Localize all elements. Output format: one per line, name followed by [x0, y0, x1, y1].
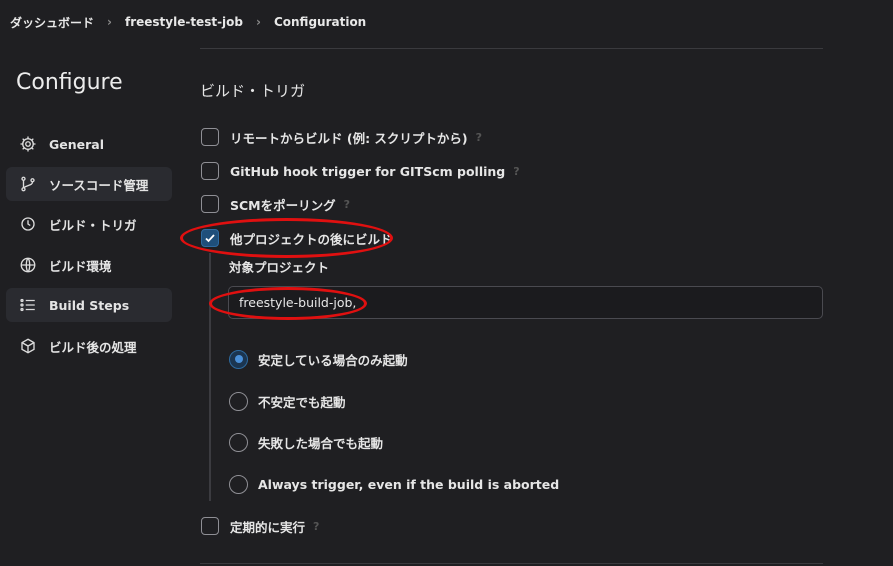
radio-button[interactable] [229, 391, 248, 411]
divider [200, 48, 823, 49]
checkbox[interactable] [201, 195, 219, 213]
radio-failed[interactable]: 失敗した場合でも起動 [229, 432, 383, 452]
sidebar-item-label: ビルド後の処理 [49, 339, 137, 355]
sidebar-item-build-steps[interactable]: Build Steps [6, 288, 172, 322]
radio-button-selected[interactable] [229, 349, 248, 369]
breadcrumb-dashboard[interactable]: ダッシュボード [6, 14, 98, 31]
help-icon[interactable]: ? [476, 131, 482, 144]
sidebar-item-build-environment[interactable]: ビルド環境 [6, 248, 172, 282]
trigger-scm-polling[interactable]: SCMをポーリング ? [201, 194, 350, 214]
list-icon [18, 295, 38, 315]
target-project-label: 対象プロジェクト [229, 260, 330, 275]
radio-label: 安定している場合のみ起動 [258, 352, 408, 368]
clock-icon [18, 214, 38, 234]
page-title: Configure [16, 70, 123, 95]
sidebar-item-general[interactable]: General [6, 127, 172, 161]
trigger-github-hook[interactable]: GitHub hook trigger for GITScm polling ? [201, 161, 520, 181]
breadcrumb-configuration[interactable]: Configuration [270, 15, 370, 29]
radio-label: 不安定でも起動 [258, 394, 346, 410]
nested-indicator [209, 253, 211, 501]
breadcrumb: ダッシュボード › freestyle-test-job › Configura… [0, 0, 893, 44]
checkbox[interactable] [201, 517, 219, 535]
radio-unstable[interactable]: 不安定でも起動 [229, 391, 346, 411]
checkbox[interactable] [201, 128, 219, 146]
trigger-periodic[interactable]: 定期的に実行 ? [201, 516, 319, 536]
breadcrumb-job[interactable]: freestyle-test-job [121, 15, 247, 29]
help-icon[interactable]: ? [513, 165, 519, 178]
help-icon[interactable]: ? [313, 520, 319, 533]
sidebar-item-source-code[interactable]: ソースコード管理 [6, 167, 172, 201]
sidebar-item-post-build[interactable]: ビルド後の処理 [6, 329, 172, 363]
globe-icon [18, 255, 38, 275]
radio-stable-only[interactable]: 安定している場合のみ起動 [229, 349, 408, 369]
checkbox-label: 定期的に実行 [230, 519, 306, 535]
target-project-input[interactable]: freestyle-build-job, [228, 286, 823, 319]
sidebar-item-label: ビルド環境 [49, 258, 112, 274]
cube-icon [18, 336, 38, 356]
sidebar-item-label: ビルド・トリガ [49, 217, 137, 233]
section-title: ビルド・トリガ [200, 82, 306, 100]
radio-label: 失敗した場合でも起動 [258, 435, 384, 451]
checkbox[interactable] [201, 162, 219, 180]
checkbox-checked[interactable] [201, 229, 219, 247]
checkbox-label: SCMをポーリング [230, 197, 336, 213]
radio-label: Always trigger, even if the build is abo… [258, 476, 560, 492]
gear-icon [18, 134, 38, 154]
sidebar-item-label: ソースコード管理 [49, 177, 149, 193]
target-project-value: freestyle-build-job, [239, 295, 357, 310]
checkbox-label: 他プロジェクトの後にビルド [230, 231, 393, 247]
radio-button[interactable] [229, 432, 248, 452]
checkbox-label: GitHub hook trigger for GITScm polling [230, 163, 506, 179]
chevron-right-icon: › [256, 15, 261, 29]
git-branch-icon [18, 174, 38, 194]
checkbox-label: リモートからビルド (例: スクリプトから) [230, 130, 468, 146]
divider [200, 563, 823, 564]
radio-button[interactable] [229, 474, 248, 494]
check-icon [205, 234, 215, 243]
trigger-after-other-projects[interactable]: 他プロジェクトの後にビルド [201, 228, 393, 248]
chevron-right-icon: › [107, 15, 112, 29]
radio-always[interactable]: Always trigger, even if the build is abo… [229, 474, 559, 494]
sidebar-item-label: Build Steps [49, 297, 130, 313]
sidebar-item-build-triggers[interactable]: ビルド・トリガ [6, 207, 172, 241]
help-icon[interactable]: ? [344, 198, 350, 211]
trigger-remote-build[interactable]: リモートからビルド (例: スクリプトから) ? [201, 127, 482, 147]
sidebar-item-label: General [49, 136, 104, 152]
